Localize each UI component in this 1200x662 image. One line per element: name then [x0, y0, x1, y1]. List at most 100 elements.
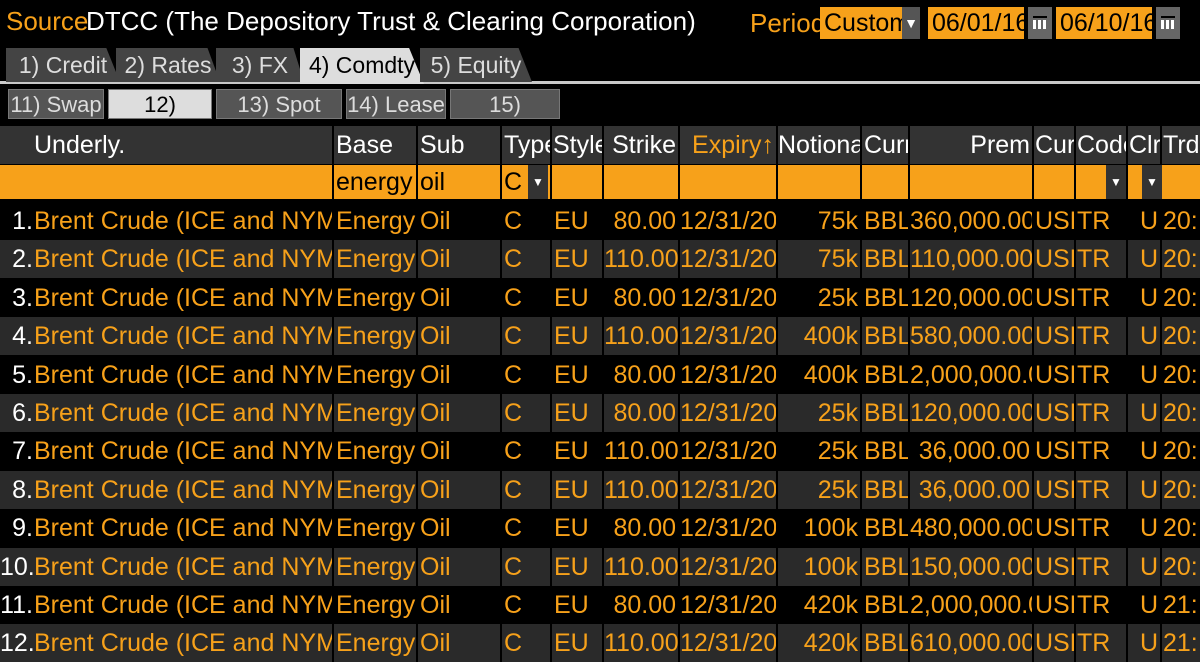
cell-style: EU — [552, 317, 604, 356]
filter-sub[interactable]: oil — [418, 165, 502, 199]
filter-strike[interactable] — [604, 165, 680, 199]
cell-underly[interactable]: Brent Crude (ICE and NYMEX) — [34, 432, 334, 471]
period-mode-dropdown-icon[interactable]: ▼ — [902, 7, 920, 39]
cell-code: TR — [1076, 470, 1128, 509]
filter-prem-curr[interactable] — [1034, 165, 1076, 199]
col-header-code[interactable]: Code — [1076, 126, 1128, 164]
cell-style: EU — [552, 240, 604, 279]
table-row[interactable]: 4. Brent Crude (ICE and NYMEX) Energy Oi… — [0, 317, 1200, 356]
row-number: 12. — [0, 629, 34, 658]
period-label: Period — [750, 8, 826, 38]
cell-notional: 25k — [778, 470, 862, 509]
row-number: 7. — [12, 437, 33, 466]
table-row[interactable]: 2. Brent Crude (ICE and NYMEX) Energy Oi… — [0, 240, 1200, 279]
col-header-trd[interactable]: Trd — [1162, 126, 1200, 164]
cell-underly[interactable]: Brent Crude (ICE and NYMEX) — [34, 470, 334, 509]
start-calendar-icon[interactable] — [1028, 7, 1052, 39]
tab-comdty[interactable]: 4) Comdty — [300, 48, 424, 84]
filter-style[interactable] — [552, 165, 604, 199]
filter-expiry[interactable] — [680, 165, 778, 199]
filter-underly[interactable] — [0, 165, 334, 199]
filter-notional[interactable] — [778, 165, 862, 199]
cell-underly[interactable]: Brent Crude (ICE and NYMEX) — [34, 394, 334, 432]
period-end-field[interactable]: 06/10/16 — [1056, 7, 1152, 39]
subtab-exotics[interactable]: 15) Exotics — [450, 89, 560, 147]
filter-base[interactable]: energy — [334, 165, 418, 199]
cell-curr: BBL — [862, 317, 910, 356]
cell-prem: 36,000.00 — [910, 470, 1034, 509]
cell-clr: U — [1128, 278, 1162, 317]
col-header-prem-curr[interactable]: Curr — [1034, 126, 1076, 164]
table-row[interactable]: 12. Brent Crude (ICE and NYMEX) Energy O… — [0, 624, 1200, 662]
cell-notional: 400k — [778, 355, 862, 394]
col-header-expiry[interactable]: Expiry↑ — [680, 126, 778, 164]
col-header-sub[interactable]: Sub — [418, 126, 502, 164]
cell-underly[interactable]: Brent Crude (ICE and NYMEX) — [34, 240, 334, 279]
cell-style: EU — [552, 278, 604, 317]
table-row[interactable]: 8. Brent Crude (ICE and NYMEX) Energy Oi… — [0, 470, 1200, 509]
cell-prem-curr: USD — [1034, 202, 1076, 240]
cell-code: TR — [1076, 355, 1128, 394]
tab-fx[interactable]: 3) FX — [216, 48, 304, 82]
cell-curr: BBL — [862, 278, 910, 317]
cell-underly[interactable]: Brent Crude (ICE and NYMEX) — [34, 586, 334, 624]
period-start-field[interactable]: 06/01/16 — [928, 7, 1024, 39]
cell-trd: 20: — [1163, 399, 1198, 427]
cell-notional: 420k — [778, 586, 862, 624]
col-header-prem[interactable]: Prem — [910, 126, 1034, 164]
subtab-swap[interactable]: 11) Swap — [8, 89, 104, 119]
source-value[interactable]: DTCC (The Depository Trust & Clearing Co… — [86, 6, 696, 37]
subtab-option[interactable]: 12) Option — [108, 89, 212, 147]
period-mode-field[interactable]: Custom — [820, 7, 902, 39]
cell-underly[interactable]: Brent Crude (ICE and NYMEX) — [34, 355, 334, 394]
table-row[interactable]: 1. Brent Crude (ICE and NYMEX) Energy Oi… — [0, 202, 1200, 240]
table-row[interactable]: 3. Brent Crude (ICE and NYMEX) Energy Oi… — [0, 278, 1200, 317]
filter-code-dropdown-icon[interactable]: ▼ — [1106, 165, 1126, 199]
col-header-underly[interactable]: Underly. — [0, 126, 334, 164]
col-header-base[interactable]: Base — [334, 126, 418, 164]
cell-trd: 20: — [1163, 322, 1198, 351]
table-row[interactable]: 11. Brent Crude (ICE and NYMEX) Energy O… — [0, 586, 1200, 624]
cell-underly[interactable]: Brent Crude (ICE and NYMEX) — [34, 202, 334, 240]
table-row[interactable]: 5. Brent Crude (ICE and NYMEX) Energy Oi… — [0, 355, 1200, 394]
cell-prem-curr: USD — [1034, 470, 1076, 509]
col-header-style[interactable]: Style — [552, 126, 604, 164]
table-row[interactable]: 6. Brent Crude (ICE and NYMEX) Energy Oi… — [0, 394, 1200, 432]
tab-credit[interactable]: 1) Credit — [6, 48, 120, 82]
cell-underly[interactable]: Brent Crude (ICE and NYMEX) — [34, 624, 334, 662]
table-row[interactable]: 10. Brent Crude (ICE and NYMEX) Energy O… — [0, 547, 1200, 586]
tab-equity[interactable]: 5) Equity — [420, 48, 532, 82]
cell-sub: Oil — [418, 432, 502, 471]
top-bar: Source DTCC (The Depository Trust & Clea… — [0, 0, 1200, 44]
cell-trd: 20: — [1163, 207, 1198, 235]
subtab-spot-fwd[interactable]: 13) Spot Fwd — [216, 89, 342, 147]
filter-trd[interactable] — [1162, 165, 1200, 199]
cell-curr: BBL — [862, 624, 910, 662]
tab-rates[interactable]: 2) Rates — [116, 48, 220, 82]
cell-clr: U — [1128, 624, 1162, 662]
table-row[interactable]: 9. Brent Crude (ICE and NYMEX) Energy Oi… — [0, 509, 1200, 548]
table-row[interactable]: 7. Brent Crude (ICE and NYMEX) Energy Oi… — [0, 432, 1200, 471]
filter-curr[interactable] — [862, 165, 910, 199]
col-header-strike[interactable]: Strike — [604, 126, 680, 164]
cell-curr: BBL — [862, 240, 910, 279]
cell-underly[interactable]: Brent Crude (ICE and NYMEX) — [34, 278, 334, 317]
cell-trd: 20: — [1163, 245, 1198, 274]
subtab-lease[interactable]: 14) Lease — [346, 89, 446, 119]
cell-type: C — [502, 317, 552, 356]
cell-underly[interactable]: Brent Crude (ICE and NYMEX) — [34, 509, 334, 548]
col-header-clr[interactable]: Clr — [1128, 126, 1162, 164]
cell-underly[interactable]: Brent Crude (ICE and NYMEX) — [34, 547, 334, 586]
col-header-notional[interactable]: Notional — [778, 126, 862, 164]
filter-type-dropdown-icon[interactable]: ▼ — [528, 165, 548, 199]
cell-prem-curr: USD — [1034, 278, 1076, 317]
cell-expiry: 12/31/20 — [680, 355, 778, 394]
filter-clr-dropdown-icon[interactable]: ▼ — [1142, 165, 1162, 199]
cell-base: Energy — [334, 202, 418, 240]
cell-strike: 80.00 — [604, 586, 680, 624]
col-header-curr[interactable]: Curr — [862, 126, 910, 164]
filter-prem[interactable] — [910, 165, 1034, 199]
col-header-type[interactable]: Type — [502, 126, 552, 164]
cell-underly[interactable]: Brent Crude (ICE and NYMEX) — [34, 317, 334, 356]
end-calendar-icon[interactable] — [1156, 7, 1180, 39]
